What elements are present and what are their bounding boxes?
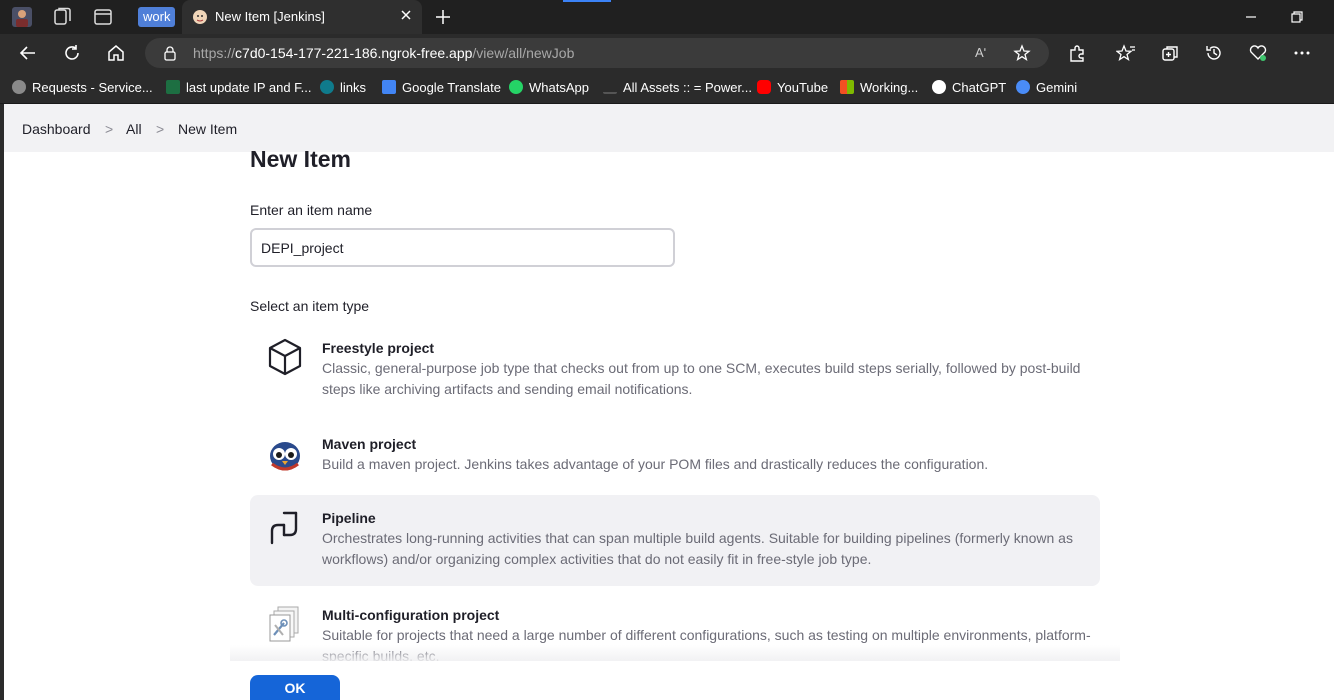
bookmark-label: Working... [860,80,919,95]
breadcrumb-separator: > [156,121,165,137]
back-icon[interactable] [18,43,38,63]
maven-owl-icon [270,442,300,471]
bookmark-label: last update IP and F... [186,80,312,95]
url-prefix: https:// [193,45,236,61]
bookmark-label: All Assets :: = Power... [623,80,752,95]
microsoft-icon [840,80,854,94]
excel-icon [166,80,180,94]
bookmark-label: ChatGPT [952,80,1007,95]
item-type-description: Classic, general-purpose job type that c… [322,360,1081,397]
youtube-icon [757,80,771,94]
home-icon[interactable] [106,43,126,63]
bookmark-label: Google Translate [402,80,502,95]
bookmark-label: links [340,80,367,95]
browser-toolbar: https://c7d0-154-177-221-186.ngrok-free.… [0,34,1334,72]
window-accent [563,0,611,2]
gemini-icon [1016,80,1030,94]
url-text[interactable]: https://c7d0-154-177-221-186.ngrok-free.… [193,45,574,61]
footer-bar [4,661,1334,700]
restore-icon[interactable] [1290,10,1304,24]
new-tab-icon[interactable] [434,8,452,26]
bookmark-links[interactable]: links [320,80,366,96]
collections-icon[interactable] [52,7,72,27]
favorite-star-icon[interactable] [1013,44,1031,62]
item-type-pipeline[interactable]: Pipeline Orchestrates long-running activ… [250,495,1100,586]
breadcrumb-separator: > [105,121,114,137]
breadcrumb-all[interactable]: All [126,121,142,137]
item-type-maven[interactable]: Maven project Build a maven project. Jen… [250,426,1100,486]
pipeline-icon [270,511,298,545]
profile-avatar-icon[interactable] [12,7,32,27]
bookmarks-bar: Requests - Service... last update IP and… [0,72,1334,104]
breadcrumb-new-item[interactable]: New Item [178,121,237,137]
url-host: c7d0-154-177-221-186.ngrok-free.app [235,45,473,61]
item-name-input[interactable] [250,228,675,267]
person-circle-icon [12,80,26,94]
bookmark-requests[interactable]: Requests - Service... [12,80,153,96]
item-name-label: Enter an item name [250,202,373,218]
refresh-icon[interactable] [62,43,82,63]
jenkins-favicon-icon [193,10,207,24]
bookmark-gemini[interactable]: Gemini [1016,80,1077,96]
browser-titlebar: work New Item [Jenkins] [0,0,1334,34]
bookmark-chatgpt[interactable]: ChatGPT [932,80,1006,96]
google-translate-icon [382,80,396,94]
address-bar[interactable]: https://c7d0-154-177-221-186.ngrok-free.… [145,38,1049,68]
item-type-label: Select an item type [250,298,370,314]
ok-button[interactable]: OK [250,675,340,700]
item-type-name: Multi-configuration project [322,607,500,623]
bookmark-all-assets[interactable]: All Assets :: = Power... [603,80,752,96]
lock-icon[interactable] [162,45,178,61]
minimize-icon[interactable] [1244,10,1258,24]
chatgpt-icon [932,80,946,94]
item-type-name: Pipeline [322,510,376,526]
item-type-name: Maven project [322,436,417,452]
bookmark-label: Gemini [1036,80,1078,95]
breadcrumb: Dashboard > All > New Item [4,104,1334,152]
bookmark-youtube[interactable]: YouTube [757,80,828,96]
bookmark-google-translate[interactable]: Google Translate [382,80,501,96]
multi-config-icon [269,606,299,642]
page-title: New Item [250,146,351,172]
history-icon[interactable] [1204,43,1224,63]
more-menu-icon[interactable] [1292,43,1312,63]
url-path: /view/all/newJob [472,45,575,61]
extensions-icon[interactable] [1067,43,1087,63]
tab-title: New Item [Jenkins] [215,9,325,24]
performance-icon[interactable] [1248,43,1268,63]
read-aloud-icon[interactable]: Aʹ [975,45,986,60]
bookmark-last-update[interactable]: last update IP and F... [166,80,312,96]
close-tab-icon[interactable] [399,8,413,22]
tab-actions-icon[interactable] [93,7,113,27]
bookmark-label: WhatsApp [529,80,589,95]
dash-icon [603,86,617,94]
item-type-name: Freestyle project [322,340,435,356]
breadcrumb-dashboard[interactable]: Dashboard [22,121,91,137]
collections-toolbar-icon[interactable] [1160,43,1180,63]
bookmark-whatsapp[interactable]: WhatsApp [509,80,589,96]
whatsapp-icon [509,80,523,94]
cube-icon [268,338,302,376]
bookmark-label: Requests - Service... [32,80,153,95]
favorites-icon[interactable] [1116,43,1136,63]
item-type-description: Orchestrates long-running activities tha… [322,530,1073,567]
browser-tab-active[interactable]: New Item [Jenkins] [182,0,422,34]
scroll-fade [230,645,1120,661]
item-type-freestyle[interactable]: Freestyle project Classic, general-purpo… [250,330,1100,410]
sharepoint-icon [320,80,334,94]
bookmark-label: YouTube [777,80,829,95]
workspace-badge[interactable]: work [138,7,176,27]
bookmark-working[interactable]: Working... [840,80,918,96]
item-type-description: Build a maven project. Jenkins takes adv… [322,456,989,472]
